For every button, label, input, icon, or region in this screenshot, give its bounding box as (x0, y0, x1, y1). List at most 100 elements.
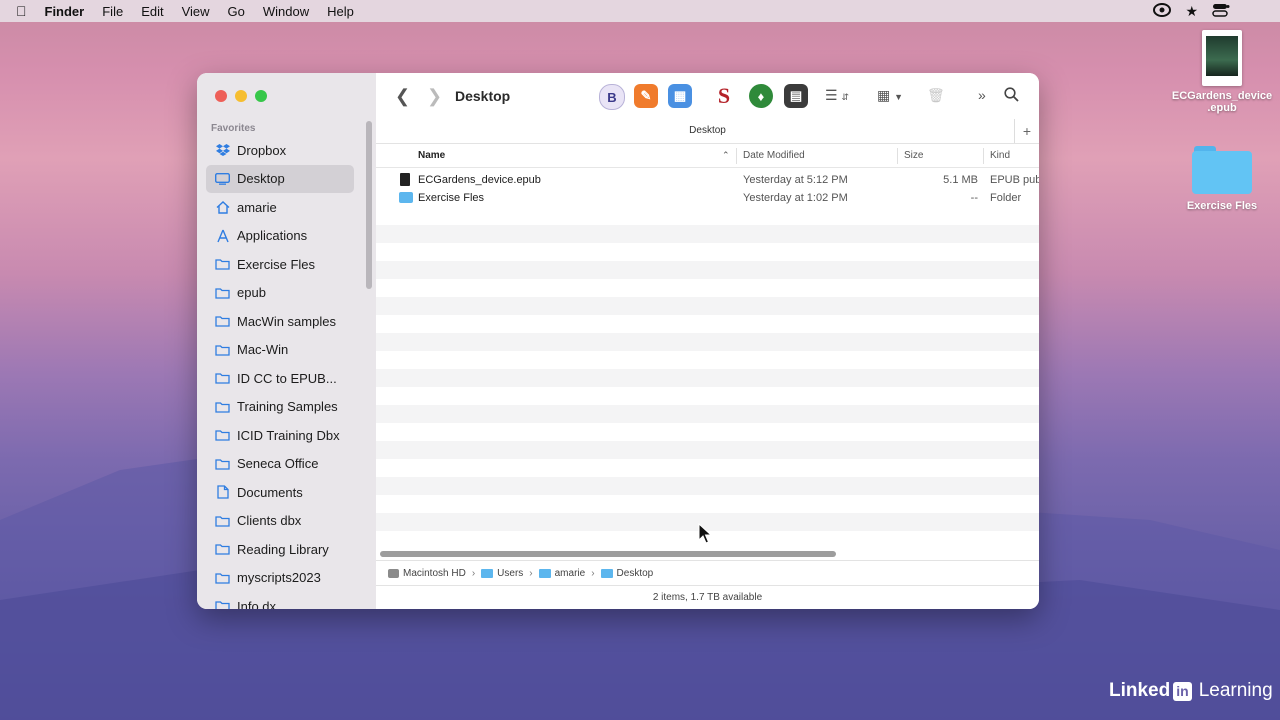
column-date-modified[interactable]: Date Modified (743, 150, 805, 161)
list-view-button[interactable]: ☰ ⇵ (825, 87, 849, 104)
control-center-icon[interactable] (1212, 3, 1230, 20)
bbedit-app-icon[interactable]: B (599, 84, 625, 110)
sidebar-item-applications[interactable]: Applications (206, 222, 354, 251)
back-button[interactable]: ❮ (395, 86, 410, 107)
menu-file[interactable]: File (102, 4, 123, 19)
star-icon[interactable]: ★ (1185, 3, 1198, 20)
file-size: 5.1 MB (943, 174, 978, 186)
trash-icon[interactable]: 🗑 (927, 87, 945, 104)
sidebar-item-label: Desktop (237, 171, 285, 187)
folder-icon (600, 568, 613, 578)
sidebar-item-label: myscripts2023 (237, 570, 321, 586)
chevron-right-icon: › (529, 567, 533, 579)
sort-ascending-icon: ⌃ (722, 150, 730, 160)
menu-window[interactable]: Window (263, 4, 309, 19)
menu-edit[interactable]: Edit (141, 4, 163, 19)
sidebar-item-dropbox[interactable]: Dropbox (206, 136, 354, 165)
new-tab-button[interactable]: + (1014, 119, 1039, 143)
watermark-linked: Linked (1109, 680, 1171, 701)
column-header: Name ⌃ Date Modified Size Kind (376, 145, 1039, 168)
sidebar-item-clients-dbx[interactable]: Clients dbx (206, 507, 354, 536)
sidebar-item-label: MacWin samples (237, 313, 336, 329)
path-bar: Macintosh HD › Users › amarie › Desktop (376, 560, 1039, 585)
sidebar-item-desktop[interactable]: Desktop (206, 164, 354, 193)
file-row[interactable]: ECGardens_device.epub Yesterday at 5:12 … (376, 171, 1039, 189)
desktop-epub-label-line1: ECGardens_device (1171, 90, 1273, 102)
sidebar: Favorites Dropbox Desktop amarie Applica… (197, 73, 377, 609)
scrivener-app-icon[interactable]: S (712, 83, 736, 108)
more-toolbar-button[interactable]: » (978, 87, 986, 103)
folder-icon (399, 192, 413, 203)
hard-drive-icon (388, 568, 399, 578)
empty-row (376, 351, 1039, 369)
close-button[interactable] (215, 90, 227, 102)
sidebar-item-label: Clients dbx (237, 513, 302, 529)
calibre-app-icon[interactable]: ▤ (784, 84, 808, 108)
folder-icon (215, 343, 230, 357)
file-size: -- (970, 192, 978, 204)
sidebar-item-label: ID CC to EPUB... (237, 370, 337, 386)
empty-row (376, 441, 1039, 459)
epub-file-icon (400, 173, 410, 186)
sidebar-item-macwin-samples[interactable]: MacWin samples (206, 307, 354, 336)
forward-button[interactable]: ❯ (427, 86, 442, 107)
watermark-learning: Learning (1198, 680, 1273, 701)
sidebar-item-amarie[interactable]: amarie (206, 193, 354, 222)
sidebar-item-epub[interactable]: epub (206, 279, 354, 308)
desktop-epub-file[interactable]: ECGardens_device .epub (1167, 30, 1277, 114)
sidebar-item-label: amarie (237, 199, 277, 215)
creative-cloud-icon[interactable] (1153, 3, 1172, 20)
sidebar-item-label: Applications (237, 228, 308, 244)
sidebar-item-label: Reading Library (237, 541, 329, 557)
sidebar-item-seneca-office[interactable]: Seneca Office (206, 450, 354, 479)
sidebar-item-mac-win[interactable]: Mac-Win (206, 336, 354, 365)
empty-row (376, 423, 1039, 441)
empty-row (376, 315, 1039, 333)
menu-go[interactable]: Go (228, 4, 245, 19)
column-size[interactable]: Size (904, 150, 923, 161)
horizontal-scrollbar[interactable] (380, 551, 836, 557)
sigil-app-icon[interactable]: ♦ (749, 84, 773, 108)
group-by-button[interactable]: ▦ ▼ (877, 87, 903, 104)
minimize-button[interactable] (235, 90, 247, 102)
file-row[interactable]: Exercise Fles Yesterday at 1:02 PM -- Fo… (376, 189, 1039, 207)
menu-bar:  Finder File Edit View Go Window Help ★ (0, 0, 1280, 22)
desktop-exercise-folder[interactable]: Exercise Fles (1167, 146, 1277, 212)
folder-icon (215, 286, 230, 300)
window-controls (215, 90, 267, 102)
column-kind[interactable]: Kind (990, 150, 1010, 161)
zoom-button[interactable] (255, 90, 267, 102)
sidebar-item-reading-library[interactable]: Reading Library (206, 535, 354, 564)
desktop-folder-label: Exercise Fles (1186, 200, 1258, 212)
path-segment-macintosh-hd[interactable]: Macintosh HD (403, 568, 466, 579)
sidebar-item-icid-training-dbx[interactable]: ICID Training Dbx (206, 421, 354, 450)
sidebar-item-myscripts2023[interactable]: myscripts2023 (206, 564, 354, 593)
menu-view[interactable]: View (182, 4, 210, 19)
sidebar-item-id-cc-to-epub[interactable]: ID CC to EPUB... (206, 364, 354, 393)
path-segment-amarie[interactable]: amarie (555, 568, 586, 579)
sidebar-scrollbar[interactable] (366, 121, 372, 289)
menu-finder[interactable]: Finder (45, 4, 85, 19)
path-segment-desktop[interactable]: Desktop (617, 568, 654, 579)
document-icon (215, 485, 230, 499)
folder-icon (215, 457, 230, 471)
sidebar-item-label: Seneca Office (237, 456, 319, 472)
search-icon[interactable] (1004, 87, 1019, 105)
file-name: ECGardens_device.epub (418, 174, 541, 186)
sidebar-item-documents[interactable]: Documents (206, 478, 354, 507)
sidebar-item-training-samples[interactable]: Training Samples (206, 393, 354, 422)
sidebar-item-exercise-fles[interactable]: Exercise Fles (206, 250, 354, 279)
apple-menu-icon[interactable]:  (16, 3, 27, 19)
home-icon (215, 200, 230, 214)
sidebar-item-label: ICID Training Dbx (237, 427, 340, 443)
sidebar-item-info-dx[interactable]: Info dx (206, 592, 354, 609)
empty-row (376, 495, 1039, 513)
preview-app-icon[interactable]: ▦ (668, 84, 692, 108)
finder-window: Favorites Dropbox Desktop amarie Applica… (197, 73, 1039, 609)
path-segment-users[interactable]: Users (497, 568, 523, 579)
menu-help[interactable]: Help (327, 4, 354, 19)
tab-desktop[interactable]: Desktop (376, 125, 1039, 136)
column-name[interactable]: Name (418, 150, 445, 161)
books-app-icon[interactable]: ✎ (634, 84, 658, 108)
empty-row (376, 297, 1039, 315)
